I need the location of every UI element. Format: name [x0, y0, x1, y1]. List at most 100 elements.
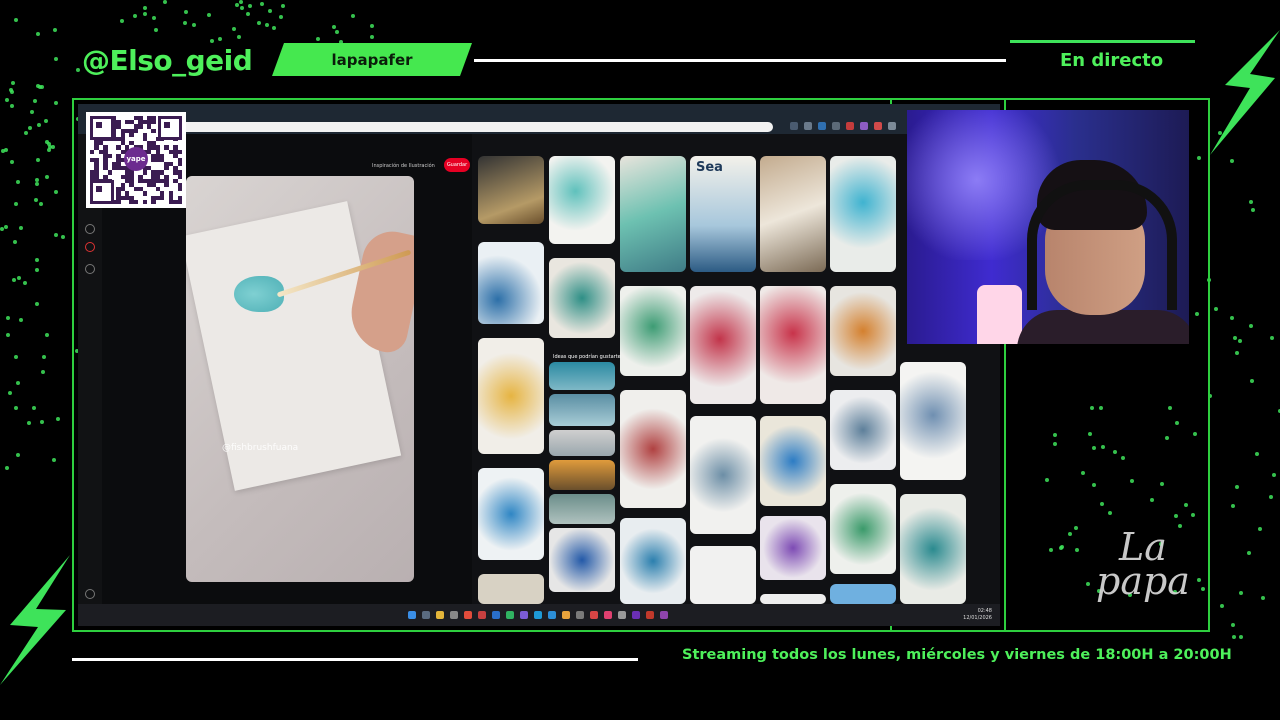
taskbar-app-icon[interactable]: [660, 611, 668, 619]
taskbar-app-icon[interactable]: [520, 611, 528, 619]
decorative-dot: [1239, 634, 1244, 639]
pin-tile[interactable]: [478, 242, 544, 324]
pin-tile[interactable]: [478, 338, 544, 454]
pin-tile[interactable]: [549, 528, 615, 592]
taskbar-app-icon[interactable]: [464, 611, 472, 619]
taskbar-clock[interactable]: 02:48 12/01/2026: [963, 608, 992, 622]
pin-tile[interactable]: [620, 518, 686, 604]
taskbar-app-icon[interactable]: [604, 611, 612, 619]
decorative-dot: [36, 32, 41, 37]
decorative-dot: [257, 21, 262, 26]
decorative-dot: [1249, 200, 1254, 205]
taskbar-app-icon[interactable]: [576, 611, 584, 619]
decorative-dot: [35, 182, 40, 187]
pin-tile[interactable]: [690, 286, 756, 404]
address-bar[interactable]: [178, 122, 773, 132]
pin-tile[interactable]: [478, 574, 544, 604]
pin-tile[interactable]: Sea: [690, 156, 756, 272]
decorative-dot: [76, 68, 81, 73]
decorative-dot: [191, 23, 196, 28]
pin-tile[interactable]: [760, 156, 826, 272]
decorative-dot: [1269, 336, 1274, 341]
extension-icon[interactable]: [888, 122, 896, 130]
decorative-dot: [163, 0, 168, 5]
decorative-dot: [1214, 306, 1219, 311]
pin-tile[interactable]: [830, 390, 896, 470]
pin-tile[interactable]: [760, 516, 826, 580]
pin-tile[interactable]: [549, 258, 615, 338]
decorative-dot: [1229, 316, 1234, 321]
taskbar-app-icon[interactable]: [590, 611, 598, 619]
taskbar-app-icon[interactable]: [632, 611, 640, 619]
extension-icon[interactable]: [804, 122, 812, 130]
decorative-dot: [37, 84, 42, 89]
qr-finder: [90, 180, 114, 204]
decorative-dot: [55, 416, 60, 421]
taskbar-app-icon[interactable]: [506, 611, 514, 619]
pin-tile[interactable]: [549, 156, 615, 244]
pin-tile[interactable]: [549, 430, 615, 456]
pin-tile[interactable]: [760, 594, 826, 604]
board-selector[interactable]: Inspiración de Ilustración: [372, 163, 435, 169]
messages-icon[interactable]: [85, 264, 95, 274]
decorative-dot: [1, 148, 6, 153]
taskbar-app-icon[interactable]: [492, 611, 500, 619]
pin-tile[interactable]: [830, 584, 896, 604]
decorative-dot: [36, 158, 41, 163]
pin-tile[interactable]: [830, 286, 896, 376]
extension-icon[interactable]: [790, 122, 798, 130]
extension-icon[interactable]: [860, 122, 868, 130]
save-button[interactable]: Guardar: [444, 158, 470, 172]
start-icon[interactable]: [408, 611, 416, 619]
decorative-dot: [236, 34, 241, 39]
pin-tile[interactable]: [900, 494, 966, 604]
pin-tile[interactable]: [830, 484, 896, 574]
pin-tile[interactable]: [900, 362, 966, 480]
add-icon[interactable]: [85, 224, 95, 234]
taskbar-app-icon[interactable]: [450, 611, 458, 619]
decorative-dot: [210, 39, 215, 44]
extension-icon[interactable]: [832, 122, 840, 130]
taskbar-app-icon[interactable]: [436, 611, 444, 619]
brand-logo: La papa: [1096, 528, 1190, 600]
decorative-dot: [33, 198, 38, 203]
pin-tile[interactable]: [690, 416, 756, 534]
taskbar-app-icon[interactable]: [478, 611, 486, 619]
pin-tile[interactable]: [549, 494, 615, 524]
pin-tile[interactable]: [549, 362, 615, 390]
taskbar-app-icon[interactable]: [618, 611, 626, 619]
pin-tile[interactable]: [549, 394, 615, 426]
pin-tile[interactable]: [620, 390, 686, 508]
pin-tile[interactable]: [620, 286, 686, 376]
decorative-dot: [1238, 591, 1243, 596]
pin-tile[interactable]: [478, 156, 544, 224]
extension-icon[interactable]: [846, 122, 854, 130]
pin-tile[interactable]: [549, 460, 615, 490]
taskbar-app-icon[interactable]: [548, 611, 556, 619]
decorative-dot: [16, 275, 21, 280]
pin-tile[interactable]: [620, 156, 686, 272]
pin-tile[interactable]: [760, 416, 826, 506]
decorative-dot: [1234, 485, 1239, 490]
notifications-icon[interactable]: [85, 242, 95, 252]
decorative-dot: [152, 15, 157, 20]
extension-icon[interactable]: [874, 122, 882, 130]
taskbar-app-icon[interactable]: [562, 611, 570, 619]
decorative-dot: [54, 232, 59, 237]
settings-icon[interactable]: [85, 589, 95, 599]
decorative-dot: [1233, 335, 1238, 340]
taskbar-app-icon[interactable]: [534, 611, 542, 619]
decorative-dot: [245, 12, 250, 17]
pin-tile[interactable]: [760, 286, 826, 404]
pin-tile[interactable]: [830, 156, 896, 272]
extension-icon[interactable]: [818, 122, 826, 130]
live-accent-bar: [1010, 40, 1195, 43]
decorative-dot: [6, 333, 11, 338]
pin-tile[interactable]: [478, 468, 544, 560]
decorative-dot: [154, 28, 159, 33]
pin-tile[interactable]: [690, 546, 756, 604]
pin-image[interactable]: @fishbrushfuana: [186, 176, 414, 582]
decorative-dot: [41, 370, 46, 375]
taskbar-app-icon[interactable]: [646, 611, 654, 619]
taskbar-app-icon[interactable]: [422, 611, 430, 619]
